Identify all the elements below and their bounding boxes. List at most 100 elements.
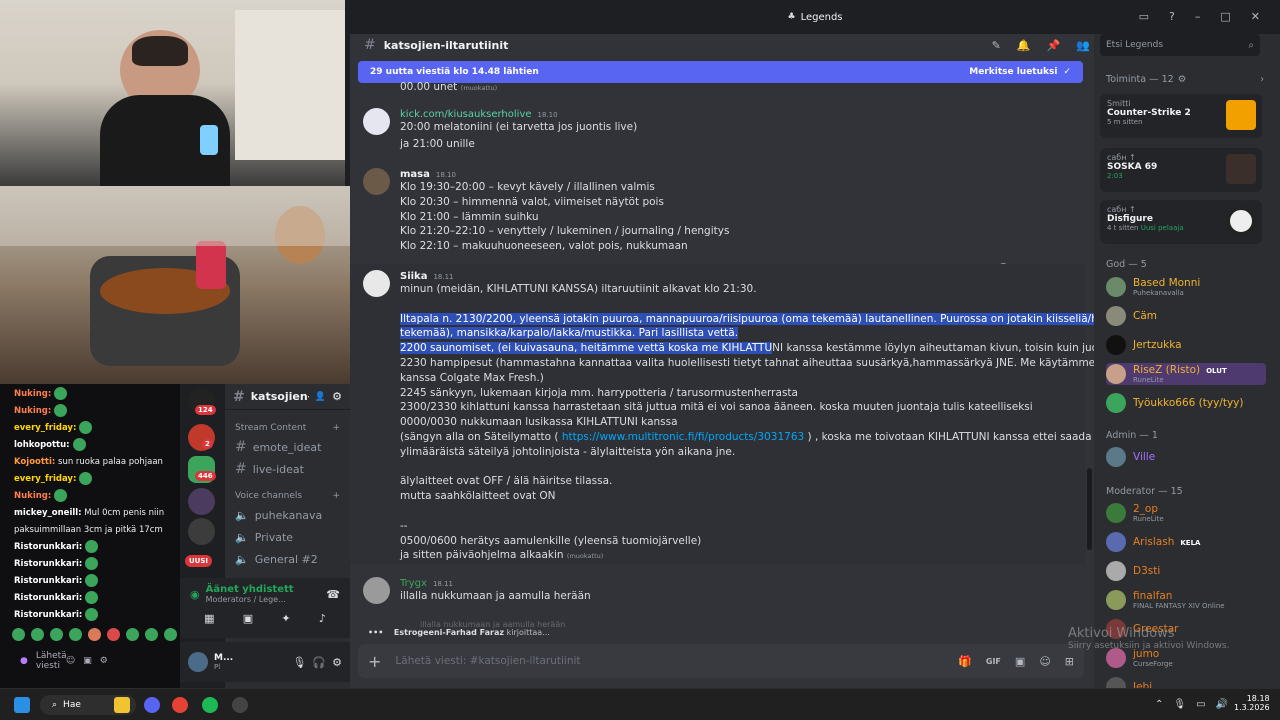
activity-card[interactable]: сабн ↑ SOSKA 69 2:03 (1100, 148, 1262, 192)
avatar[interactable] (363, 108, 390, 135)
avatar[interactable] (188, 652, 208, 672)
add-member-icon[interactable]: 👤 (315, 392, 326, 402)
camera-off-icon[interactable]: ▦ (204, 612, 214, 625)
category-voice[interactable]: Voice channels + (225, 488, 350, 504)
file-explorer-icon[interactable] (114, 697, 130, 713)
avatar (1106, 447, 1126, 467)
bell-icon[interactable]: 🔔 (1017, 39, 1031, 52)
member-row[interactable]: Arislash KELA (1106, 531, 1200, 553)
gear-icon[interactable]: ⚙ (332, 390, 342, 403)
server-icon[interactable] (188, 488, 215, 515)
member-row[interactable]: D3sti (1106, 560, 1160, 582)
activity-card[interactable]: Smitti Counter-Strike 2 5 m sitten (1100, 94, 1262, 138)
voice-channel-path[interactable]: Moderators / Lege... (206, 595, 294, 604)
channel-header[interactable]: # katsojien-... 👤 ⚙ (225, 384, 350, 410)
member-row[interactable]: finalfan FINAL FANTASY XIV Online (1106, 589, 1225, 611)
message-author[interactable]: Trygx (400, 578, 427, 589)
mark-read-button[interactable]: Merkitse luetuksi (969, 67, 1057, 77)
discord-icon[interactable] (144, 697, 160, 713)
chat-username[interactable]: Nuking: (14, 406, 51, 416)
system-tray[interactable]: ⌃ 🎙 ▭ 🔊 (1155, 699, 1228, 710)
chat-username[interactable]: Ristorunkkari: (14, 576, 82, 586)
activities-icon[interactable]: ✦ (281, 612, 290, 625)
message-author[interactable]: Siika (400, 271, 427, 282)
headphones-icon[interactable]: 🎧 (312, 656, 326, 669)
new-badge[interactable]: UUSI (185, 555, 213, 567)
add-attachment-icon[interactable]: + (368, 652, 381, 671)
avatar[interactable] (363, 577, 390, 604)
member-status-tag: KELA (1180, 539, 1201, 547)
mark-read-icon[interactable]: ✓ (1063, 67, 1071, 77)
chat-username[interactable]: Ristorunkkari: (14, 559, 82, 569)
mic-icon[interactable]: 🎙 (292, 656, 306, 669)
gift-icon[interactable]: 🎁 (958, 655, 972, 668)
disconnect-icon[interactable]: ☎ (326, 588, 340, 601)
threads-icon[interactable]: ✎ (992, 39, 1001, 52)
members-icon[interactable]: 👥 (1076, 39, 1090, 52)
channel-topbar: # katsojien-iltarutiinit ✎ 🔔 📌 👥 (350, 34, 1094, 56)
windows-start-icon[interactable] (14, 697, 30, 713)
chrome-icon[interactable] (172, 697, 188, 713)
gear-icon[interactable]: ⚙ (332, 656, 342, 669)
product-link[interactable]: https://www.multitronic.fi/fi/products/3… (562, 431, 804, 443)
message-author[interactable]: kick.com/kiusaukserholive (400, 109, 532, 120)
chat-username[interactable]: every_friday: (14, 474, 76, 484)
channel-live-ideat[interactable]: # live-ideat (225, 458, 350, 480)
spotify-icon[interactable] (202, 697, 218, 713)
clock[interactable]: 18.18 1.3.2026 (1234, 694, 1270, 712)
search-box[interactable]: Etsi Legends ⌕ (1100, 34, 1260, 56)
chat-username[interactable]: Nuking: (14, 389, 51, 399)
maximize-icon[interactable]: □ (1220, 10, 1230, 23)
emote-picker-icon[interactable]: ☺ (66, 656, 75, 666)
chat-username[interactable]: Ristorunkkari: (14, 610, 82, 620)
obs-icon[interactable] (232, 697, 248, 713)
message-composer[interactable]: + Lähetä viesti: #katsojien-iltarutiinit… (358, 644, 1084, 678)
member-row[interactable]: 2_op RuneLite (1106, 502, 1164, 524)
settings-icon[interactable]: ⚙ (100, 656, 108, 666)
inbox-icon[interactable]: ▭ (1139, 10, 1149, 23)
member-row[interactable]: Ville (1106, 446, 1155, 468)
twitch-input[interactable]: Lähetä viesti (36, 651, 67, 671)
chat-username[interactable]: Nuking: (14, 491, 51, 501)
member-row[interactable]: Cäm (1106, 305, 1157, 327)
activity-card[interactable]: сабн ↑ Disfigure 4 t sitten Uusi pelaaja (1100, 200, 1262, 244)
server-icon[interactable] (188, 518, 215, 545)
chat-username[interactable]: Kojootti: (14, 457, 55, 467)
gift-icon[interactable]: ▣ (83, 656, 92, 666)
apps-icon[interactable]: ⊞ (1065, 655, 1074, 668)
member-row[interactable]: Työukko666 (tyy/tyy) (1106, 392, 1243, 414)
avatar[interactable] (363, 168, 390, 195)
voice-channel-private[interactable]: 🔈 Private (225, 526, 350, 548)
pin-icon[interactable]: 📌 (1047, 39, 1061, 52)
chat-username[interactable]: every_friday: (14, 423, 76, 433)
minimize-icon[interactable]: – (1195, 10, 1201, 23)
soundboard-icon[interactable]: ♪ (319, 612, 326, 625)
chat-username[interactable]: Ristorunkkari: (14, 593, 82, 603)
help-icon[interactable]: ? (1169, 10, 1175, 23)
emoji-icon[interactable]: ☺ (1039, 655, 1050, 668)
hash-icon: # (233, 388, 245, 405)
voice-channel-puhekanava[interactable]: 🔈 puhekanava (225, 504, 350, 526)
twitch-input-bar[interactable]: ● Lähetä viesti ☺ ▣ ⚙ (0, 650, 180, 672)
screen-share-icon[interactable]: ▣ (243, 612, 253, 625)
message-author[interactable]: masa (400, 169, 430, 180)
mic-icon[interactable]: ● (20, 656, 28, 666)
close-icon[interactable]: ✕ (1251, 10, 1260, 23)
member-row[interactable]: Based Monni Puhekanavalla (1106, 276, 1200, 298)
gif-icon[interactable]: GIF (986, 657, 1001, 666)
chat-username[interactable]: lohkopottu: (14, 440, 70, 450)
avatar[interactable] (363, 270, 390, 297)
speaker-icon: 🔈 (235, 552, 249, 566)
member-row[interactable]: Jertzukka (1106, 334, 1182, 356)
chat-username[interactable]: mickey_oneill: (14, 508, 82, 518)
channel-emote-ideat[interactable]: # emote_ideat (225, 436, 350, 458)
message-input[interactable]: Lähetä viesti: #katsojien-iltarutiinit (395, 655, 944, 667)
chat-username[interactable]: Ristorunkkari: (14, 542, 82, 552)
voice-channel-general-2[interactable]: 🔈 General #2 (225, 548, 350, 570)
scrollbar[interactable] (1087, 468, 1092, 550)
activity-section-title[interactable]: Toiminta — 12 ⚙ › (1094, 74, 1264, 85)
search-input[interactable]: Etsi Legends (1106, 40, 1248, 50)
member-row[interactable]: RiseZ (Risto) OLUT RuneLite (1106, 363, 1266, 385)
category-stream-content[interactable]: Stream Content + (225, 420, 350, 436)
sticker-icon[interactable]: ▣ (1015, 655, 1025, 668)
